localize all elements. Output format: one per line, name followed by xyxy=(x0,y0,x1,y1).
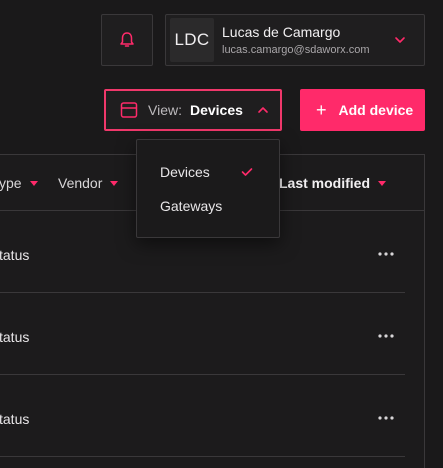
more-options-icon[interactable] xyxy=(377,333,395,339)
add-device-button[interactable]: + Add device xyxy=(300,89,425,131)
caret-down-icon xyxy=(378,180,387,186)
caret-down-icon xyxy=(110,180,119,186)
checkmark-icon xyxy=(241,168,253,176)
table-row[interactable]: tatus xyxy=(0,293,405,375)
column-header-label: ype xyxy=(0,175,22,191)
status-cell: tatus xyxy=(0,247,30,263)
avatar: LDC xyxy=(170,18,214,62)
view-label: View: xyxy=(148,102,182,118)
layout-icon xyxy=(120,102,138,118)
plus-icon: + xyxy=(316,100,327,120)
user-email: lucas.camargo@sdaworx.com xyxy=(222,44,370,56)
notifications-button[interactable] xyxy=(101,14,153,66)
status-cell: tatus xyxy=(0,329,30,345)
view-value: Devices xyxy=(189,102,243,118)
view-dropdown-menu: Devices Gateways xyxy=(136,139,280,238)
column-header-label: Last modified xyxy=(279,175,371,191)
status-cell: tatus xyxy=(0,411,30,427)
user-menu[interactable]: LDC Lucas de Camargo lucas.camargo@sdawo… xyxy=(165,14,425,66)
column-header-last-modified[interactable]: Last modified xyxy=(279,175,387,191)
table-row[interactable]: tatus xyxy=(0,375,405,457)
caret-down-icon xyxy=(29,180,38,186)
user-name: Lucas de Camargo xyxy=(222,24,341,40)
column-header-vendor[interactable]: Vendor xyxy=(58,175,119,191)
more-options-icon[interactable] xyxy=(377,251,395,257)
column-header-label: Vendor xyxy=(58,175,103,191)
column-header-type[interactable]: ype xyxy=(0,175,38,191)
more-options-icon[interactable] xyxy=(377,415,395,421)
add-device-label: Add device xyxy=(338,102,414,118)
menu-item-devices[interactable]: Devices xyxy=(160,164,210,180)
bell-icon xyxy=(120,32,134,47)
menu-item-gateways[interactable]: Gateways xyxy=(160,198,222,214)
view-selector-button[interactable]: View: Devices xyxy=(104,89,282,131)
chevron-up-icon xyxy=(258,107,268,113)
chevron-down-icon xyxy=(395,37,405,43)
